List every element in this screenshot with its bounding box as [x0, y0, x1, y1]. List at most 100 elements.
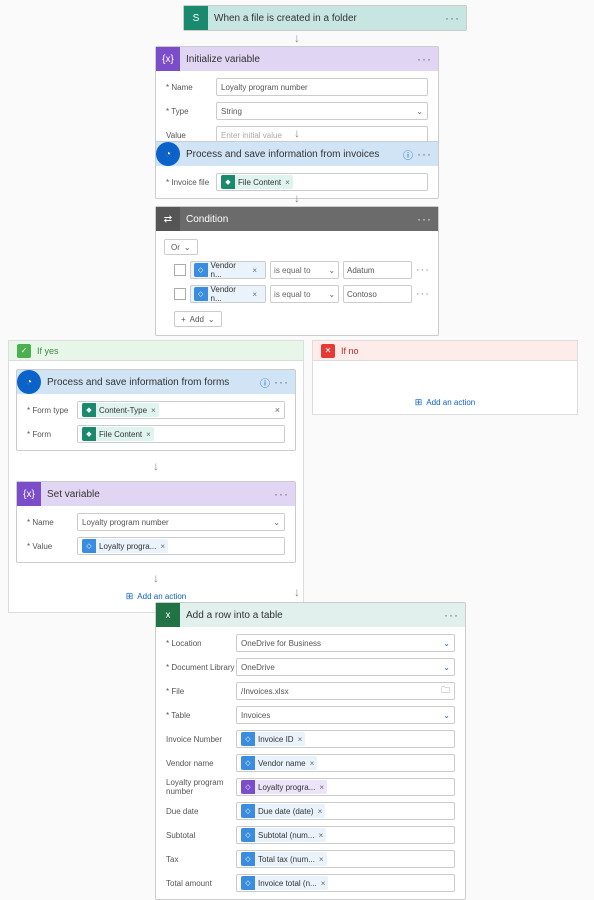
remove-chip-icon[interactable]: ×	[151, 406, 156, 415]
chevron-down-icon: ⌄	[184, 243, 191, 252]
invoice-file-input[interactable]: ◆ File Content ×	[216, 173, 428, 191]
arrow-down-icon: ↓	[294, 31, 300, 45]
value-input[interactable]: ◇Loyalty progra...×	[77, 537, 285, 555]
ellipsis-icon[interactable]: ···	[444, 608, 459, 622]
ellipsis-icon[interactable]: ···	[274, 487, 289, 501]
trigger-header: S When a file is created in a folder ···	[184, 6, 466, 30]
sharepoint-icon: S	[184, 6, 208, 30]
checkbox[interactable]	[174, 264, 186, 276]
info-icon[interactable]: ⓘ	[260, 375, 270, 390]
operator-select[interactable]: is equal to⌄	[270, 285, 339, 303]
chip-icon: ◆	[82, 427, 96, 441]
remove-chip-icon[interactable]: ×	[285, 178, 290, 187]
doclib-select[interactable]: OneDrive⌄	[236, 658, 455, 676]
operator-select[interactable]: is equal to⌄	[270, 261, 339, 279]
ellipsis-icon[interactable]: ···	[417, 212, 432, 226]
variable-icon: {x}	[156, 47, 180, 71]
field-chip[interactable]: ◇Loyalty progra...×	[241, 780, 327, 794]
remove-chip-icon[interactable]: ×	[252, 266, 257, 275]
field-chip[interactable]: ◇Subtotal (num...×	[241, 828, 326, 842]
field-input[interactable]: ◇Loyalty progra...×	[236, 778, 455, 796]
info-icon[interactable]: ⓘ	[403, 147, 413, 162]
form-input[interactable]: ◆File Content×	[77, 425, 285, 443]
name-input[interactable]: Loyalty program number	[216, 78, 428, 96]
logic-select[interactable]: Or⌄	[164, 239, 198, 255]
field-chip[interactable]: ◇Due date (date)×	[241, 804, 325, 818]
field-input[interactable]: ◇Total tax (num...×	[236, 850, 455, 868]
field-input[interactable]: ◇Invoice total (n...×	[236, 874, 455, 892]
field-chip[interactable]: ◇Vendor name×	[241, 756, 317, 770]
field-label: Subtotal	[166, 831, 236, 840]
excel-field-row: Total amount◇Invoice total (n...×	[156, 871, 465, 895]
remove-chip-icon[interactable]: ×	[321, 879, 326, 888]
if-yes-title: If yes	[37, 346, 59, 356]
field-chip[interactable]: ◇Invoice total (n...×	[241, 876, 328, 890]
ellipsis-icon[interactable]: ···	[417, 52, 432, 66]
value-input[interactable]: Adatum	[343, 261, 412, 279]
excel-field-row: Invoice Number◇Invoice ID×	[156, 727, 465, 751]
invoice-file-label: Invoice file	[166, 178, 216, 187]
add-action-icon: ⊞	[126, 591, 134, 602]
if-no-branch: ✕ If no ⊞Add an action	[312, 340, 578, 415]
field-input[interactable]: ◇Invoice ID×	[236, 730, 455, 748]
add-action-link[interactable]: ⊞Add an action	[313, 391, 577, 414]
ai-builder-icon: ◔	[17, 370, 41, 394]
condition-token[interactable]: ◇Vendor n...×	[190, 261, 266, 279]
remove-chip-icon[interactable]: ×	[319, 855, 324, 864]
location-select[interactable]: OneDrive for Business⌄	[236, 634, 455, 652]
type-select[interactable]: String⌄	[216, 102, 428, 120]
excel-add-row-step[interactable]: x Add a row into a table ··· Location On…	[155, 602, 466, 900]
file-content-chip[interactable]: ◆ File Content ×	[221, 175, 293, 189]
field-input[interactable]: ◇Due date (date)×	[236, 802, 455, 820]
remove-chip-icon[interactable]: ×	[298, 735, 303, 744]
table-row: Table Invoices⌄	[156, 703, 465, 727]
remove-chip-icon[interactable]: ×	[310, 759, 315, 768]
chevron-down-icon: ⌄	[328, 290, 335, 299]
process-forms-step[interactable]: ◔ Process and save information from form…	[16, 369, 296, 451]
arrow-down-icon: ↓	[9, 571, 303, 585]
field-chip[interactable]: ◇Total tax (num...×	[241, 852, 327, 866]
condition-header: ⇄ Condition ···	[156, 207, 438, 231]
value-input[interactable]: Contoso	[343, 285, 412, 303]
table-label: Table	[166, 711, 236, 720]
set-variable-step[interactable]: {x} Set variable ··· Name Loyalty progra…	[16, 481, 296, 563]
remove-chip-icon[interactable]: ×	[318, 831, 323, 840]
row-menu-icon[interactable]: ···	[416, 264, 430, 276]
form-type-input[interactable]: ◆Content-Type× ×	[77, 401, 285, 419]
field-chip[interactable]: ◇Invoice ID×	[241, 732, 305, 746]
arrow-down-icon: ↓	[9, 459, 303, 473]
remove-chip-icon[interactable]: ×	[160, 542, 165, 551]
checkbox[interactable]	[174, 288, 186, 300]
chip-icon: ◆	[221, 175, 235, 189]
arrow-down-icon: ↓	[294, 585, 300, 599]
ellipsis-icon[interactable]: ···	[445, 11, 460, 25]
chip-icon: ◇	[241, 732, 255, 746]
form-label: Form	[27, 430, 77, 439]
type-label: Type	[166, 107, 216, 116]
remove-chip-icon[interactable]: ×	[252, 290, 257, 299]
add-condition-button[interactable]: + Add ⌄	[174, 311, 222, 327]
trigger-title: When a file is created in a folder	[214, 13, 445, 24]
condition-step[interactable]: ⇄ Condition ··· Or⌄ ◇Vendor n...× is equ…	[155, 206, 439, 336]
ellipsis-icon[interactable]: ···	[274, 375, 289, 389]
remove-chip-icon[interactable]: ×	[146, 430, 151, 439]
field-input[interactable]: ◇Subtotal (num...×	[236, 826, 455, 844]
trigger-step[interactable]: S When a file is created in a folder ···	[183, 5, 467, 31]
row-menu-icon[interactable]: ···	[416, 288, 430, 300]
file-picker[interactable]: /Invoices.xlsx🗀	[236, 682, 455, 700]
clear-icon[interactable]: ×	[275, 405, 280, 415]
remove-chip-icon[interactable]: ×	[319, 783, 324, 792]
chip-icon: ◇	[241, 804, 255, 818]
table-select[interactable]: Invoices⌄	[236, 706, 455, 724]
condition-token[interactable]: ◇Vendor n...×	[190, 285, 266, 303]
field-input[interactable]: ◇Vendor name×	[236, 754, 455, 772]
ellipsis-icon[interactable]: ···	[417, 147, 432, 161]
folder-icon[interactable]: 🗀	[441, 683, 450, 699]
condition-row: ◇Vendor n...× is equal to⌄ Contoso ···	[174, 285, 430, 303]
excel-icon: x	[156, 603, 180, 627]
chevron-down-icon: ⌄	[443, 663, 450, 672]
remove-chip-icon[interactable]: ×	[318, 807, 323, 816]
name-select[interactable]: Loyalty program number⌄	[77, 513, 285, 531]
process-forms-header: ◔ Process and save information from form…	[17, 370, 295, 394]
field-label: Due date	[166, 807, 236, 816]
